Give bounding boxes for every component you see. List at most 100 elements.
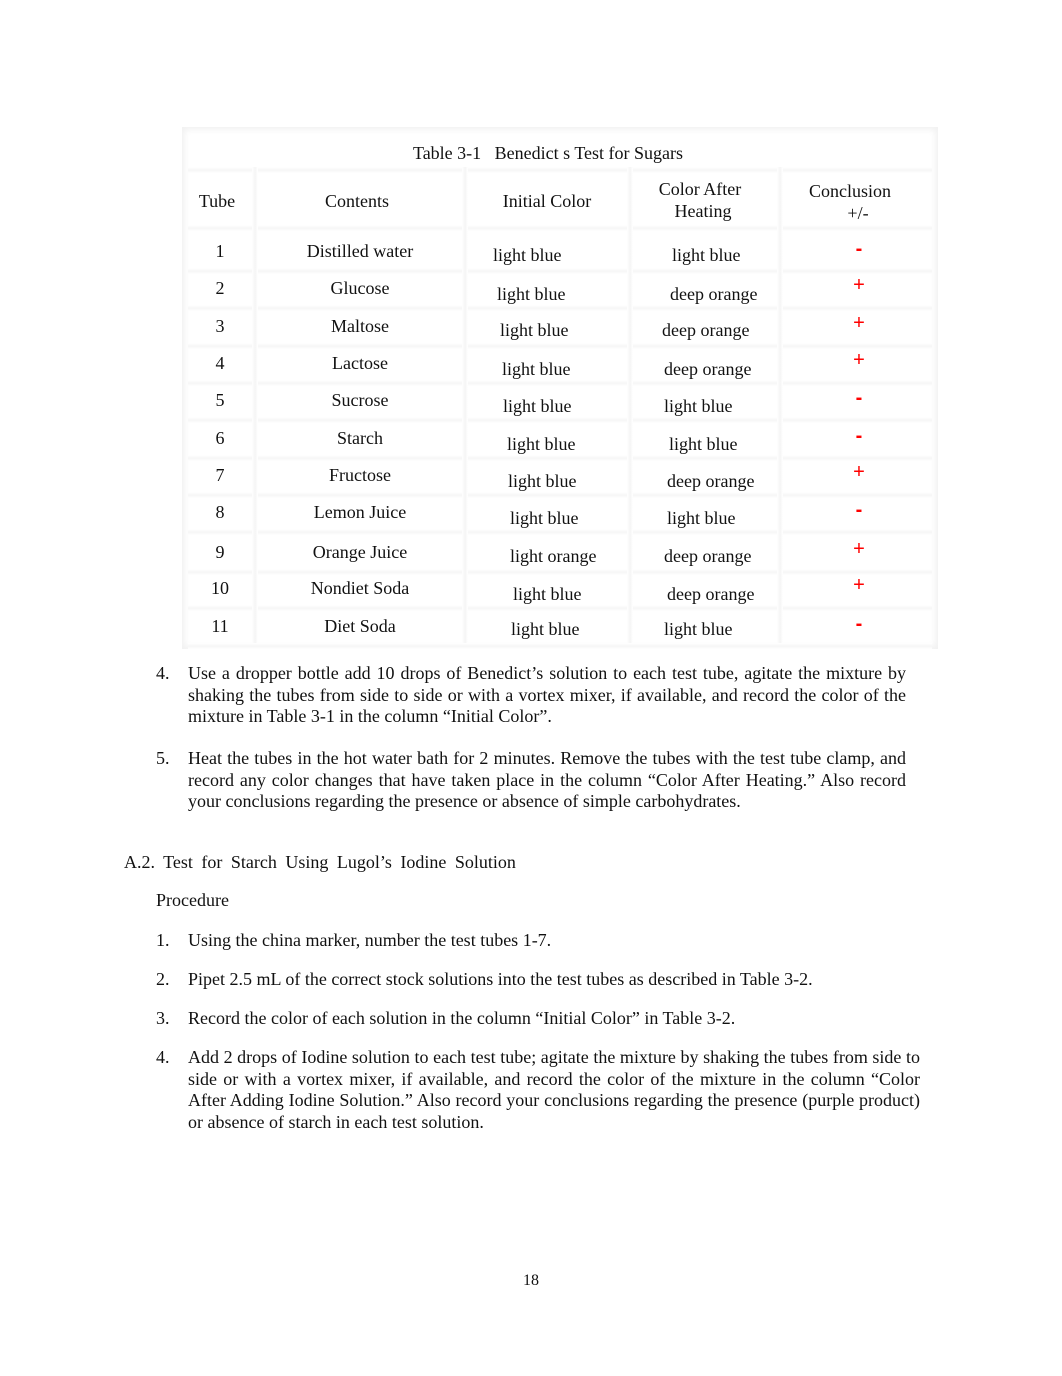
initial-color: light blue [508,471,577,491]
procedure-step: 5. Heat the tubes in the hot water bath f… [156,748,906,834]
initial-color: light blue [502,359,571,379]
initial-color: light blue [510,508,579,528]
negative-result-mark: - [855,425,863,447]
initial-color: light orange [510,546,597,566]
initial-color: light blue [497,284,566,304]
color-after-heating: light blue [669,434,738,454]
initial-color: light blue [500,320,569,340]
procedure-step: 2. Pipet 2.5 mL of the correct stock solu… [156,969,920,991]
tube-number: 9 [215,542,225,562]
table-grid-line [188,492,932,498]
color-after-heating: deep orange [662,320,750,340]
tube-number: 2 [215,278,225,298]
color-after-heating: light blue [664,396,733,416]
section-heading-a2: A.2. Test for Starch Using Lugol’s Iodin… [124,852,516,872]
color-after-heating: light blue [672,245,741,265]
header-conclusion-line2: +/- [847,203,869,223]
step-number: 1. [156,930,170,950]
contents: Fructose [329,465,391,485]
step-text: Add 2 drops of Iodine solution to each t… [188,1047,920,1132]
negative-result-mark: - [855,499,863,521]
header-color-after-line2: Heating [674,201,732,221]
tube-number: 1 [215,241,225,261]
step-text: Record the color of each solution in the… [188,1008,736,1028]
step-number: 3. [156,1008,170,1028]
table-grid-line [627,167,633,643]
contents: Nondiet Soda [310,578,410,598]
contents: Orange Juice [312,542,408,562]
negative-result-mark: - [855,238,863,260]
step-text: Pipet 2.5 mL of the correct stock soluti… [188,969,813,989]
positive-result-mark: + [853,574,865,596]
step-number: 2. [156,969,170,989]
color-after-heating: light blue [664,619,733,639]
tube-number: 8 [215,502,225,522]
positive-result-mark: + [853,312,865,334]
negative-result-mark: - [855,613,863,635]
tube-number: 11 [211,616,229,636]
header-color-after-line1: Color After [658,179,742,199]
color-after-heating: light blue [667,508,736,528]
table-caption-text: Table 3-1 Benedict s Test for Sugars [412,143,684,163]
header-color-after: Color After Heating [630,178,770,222]
table-grid-line [188,455,932,461]
benedicts-test-table: Table 3-1 Benedict s Test for Sugars Tub… [182,127,938,649]
header-initial-color: Initial Color [502,191,592,211]
table-grid-line [188,305,932,311]
table-grid-line [188,529,932,535]
step-number: 4. [156,663,170,683]
table-grid-line [252,167,258,643]
positive-result-mark: + [853,349,865,371]
tube-number: 10 [211,578,229,598]
header-conclusion-line1: Conclusion [808,181,891,201]
procedure-subheading: Procedure [156,890,229,910]
table-grid-line [188,569,932,575]
initial-color: light blue [493,245,562,265]
step-number: 4. [156,1047,170,1067]
header-conclusion: Conclusion +/- [780,180,920,224]
contents: Lemon Juice [313,502,407,522]
page-number: 18 [523,1272,539,1289]
negative-result-mark: - [855,387,863,409]
contents: Lactose [332,353,388,373]
contents: Diet Soda [324,616,396,636]
tube-number: 5 [215,390,225,410]
table-grid-line [777,167,783,643]
procedure-step: 4. Add 2 drops of Iodine solution to each… [156,1047,920,1133]
step-text: Use a dropper bottle add 10 drops of Ben… [188,663,906,727]
color-after-heating: deep orange [667,584,755,604]
color-after-heating: deep orange [664,546,752,566]
table-grid-line [188,380,932,386]
contents: Glucose [330,278,390,298]
table-grid-line [188,167,932,173]
contents: Maltose [331,316,389,336]
contents: Sucrose [331,390,389,410]
tube-number: 3 [215,316,225,336]
table-grid-line [188,225,932,231]
procedure-step: 1. Using the china marker, number the tes… [156,930,920,952]
table-grid-line [462,167,468,643]
table-caption: Table 3-1 Benedict s Test for Sugars [182,143,938,164]
table-grid-line [188,343,932,349]
contents: Distilled water [306,241,414,261]
tube-number: 4 [215,353,225,373]
procedure-step: 3. Record the color of each solution in t… [156,1008,920,1030]
table-grid-line [188,643,932,649]
procedure-step: 4. Use a dropper bottle add 10 drops of B… [156,663,906,728]
color-after-heating: deep orange [664,359,752,379]
tube-number: 6 [215,428,225,448]
tube-number: 7 [215,465,225,485]
initial-color: light blue [511,619,580,639]
initial-color: light blue [507,434,576,454]
table-grid-line [188,605,932,611]
initial-color: light blue [513,584,582,604]
step-number: 5. [156,748,170,768]
positive-result-mark: + [853,274,865,296]
step-text: Using the china marker, number the test … [188,930,552,950]
table-grid-line [188,417,932,423]
step-text: Heat the tubes in the hot water bath for… [188,748,906,812]
positive-result-mark: + [853,461,865,483]
header-tube: Tube [198,191,236,211]
initial-color: light blue [503,396,572,416]
color-after-heating: deep orange [670,284,758,304]
